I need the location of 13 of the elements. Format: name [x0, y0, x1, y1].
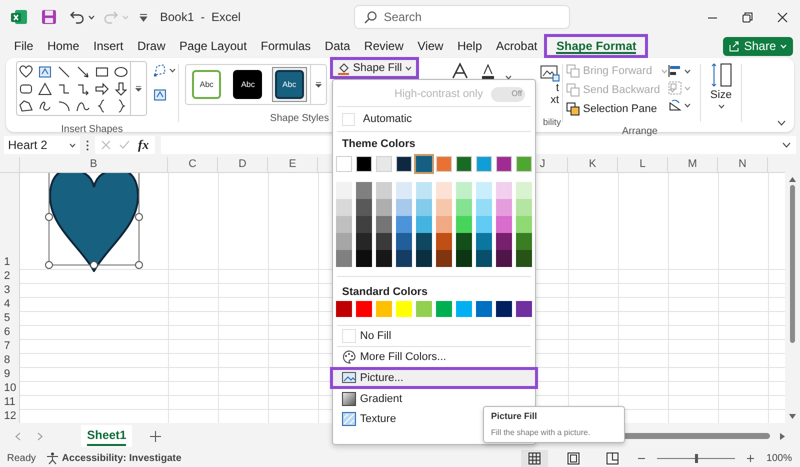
button-label: t	[556, 82, 559, 94]
group-label: bility	[542, 116, 561, 126]
window-title: Book1 - Excel	[160, 9, 241, 26]
section-heading: Standard Colors	[341, 285, 429, 300]
section-heading: Theme Colors	[341, 137, 416, 152]
tooltip-text: Fill the shape with a picture.	[491, 426, 592, 439]
status-text: Ready	[7, 452, 36, 466]
group-label: Shape Styles	[270, 113, 329, 124]
menu-label: High-contrast only	[394, 86, 483, 102]
group-label: Insert Shapes	[61, 124, 123, 135]
button-label: xt	[550, 94, 559, 106]
group-label: Arrange	[622, 126, 658, 137]
tooltip-title: Picture Fill	[491, 410, 538, 424]
